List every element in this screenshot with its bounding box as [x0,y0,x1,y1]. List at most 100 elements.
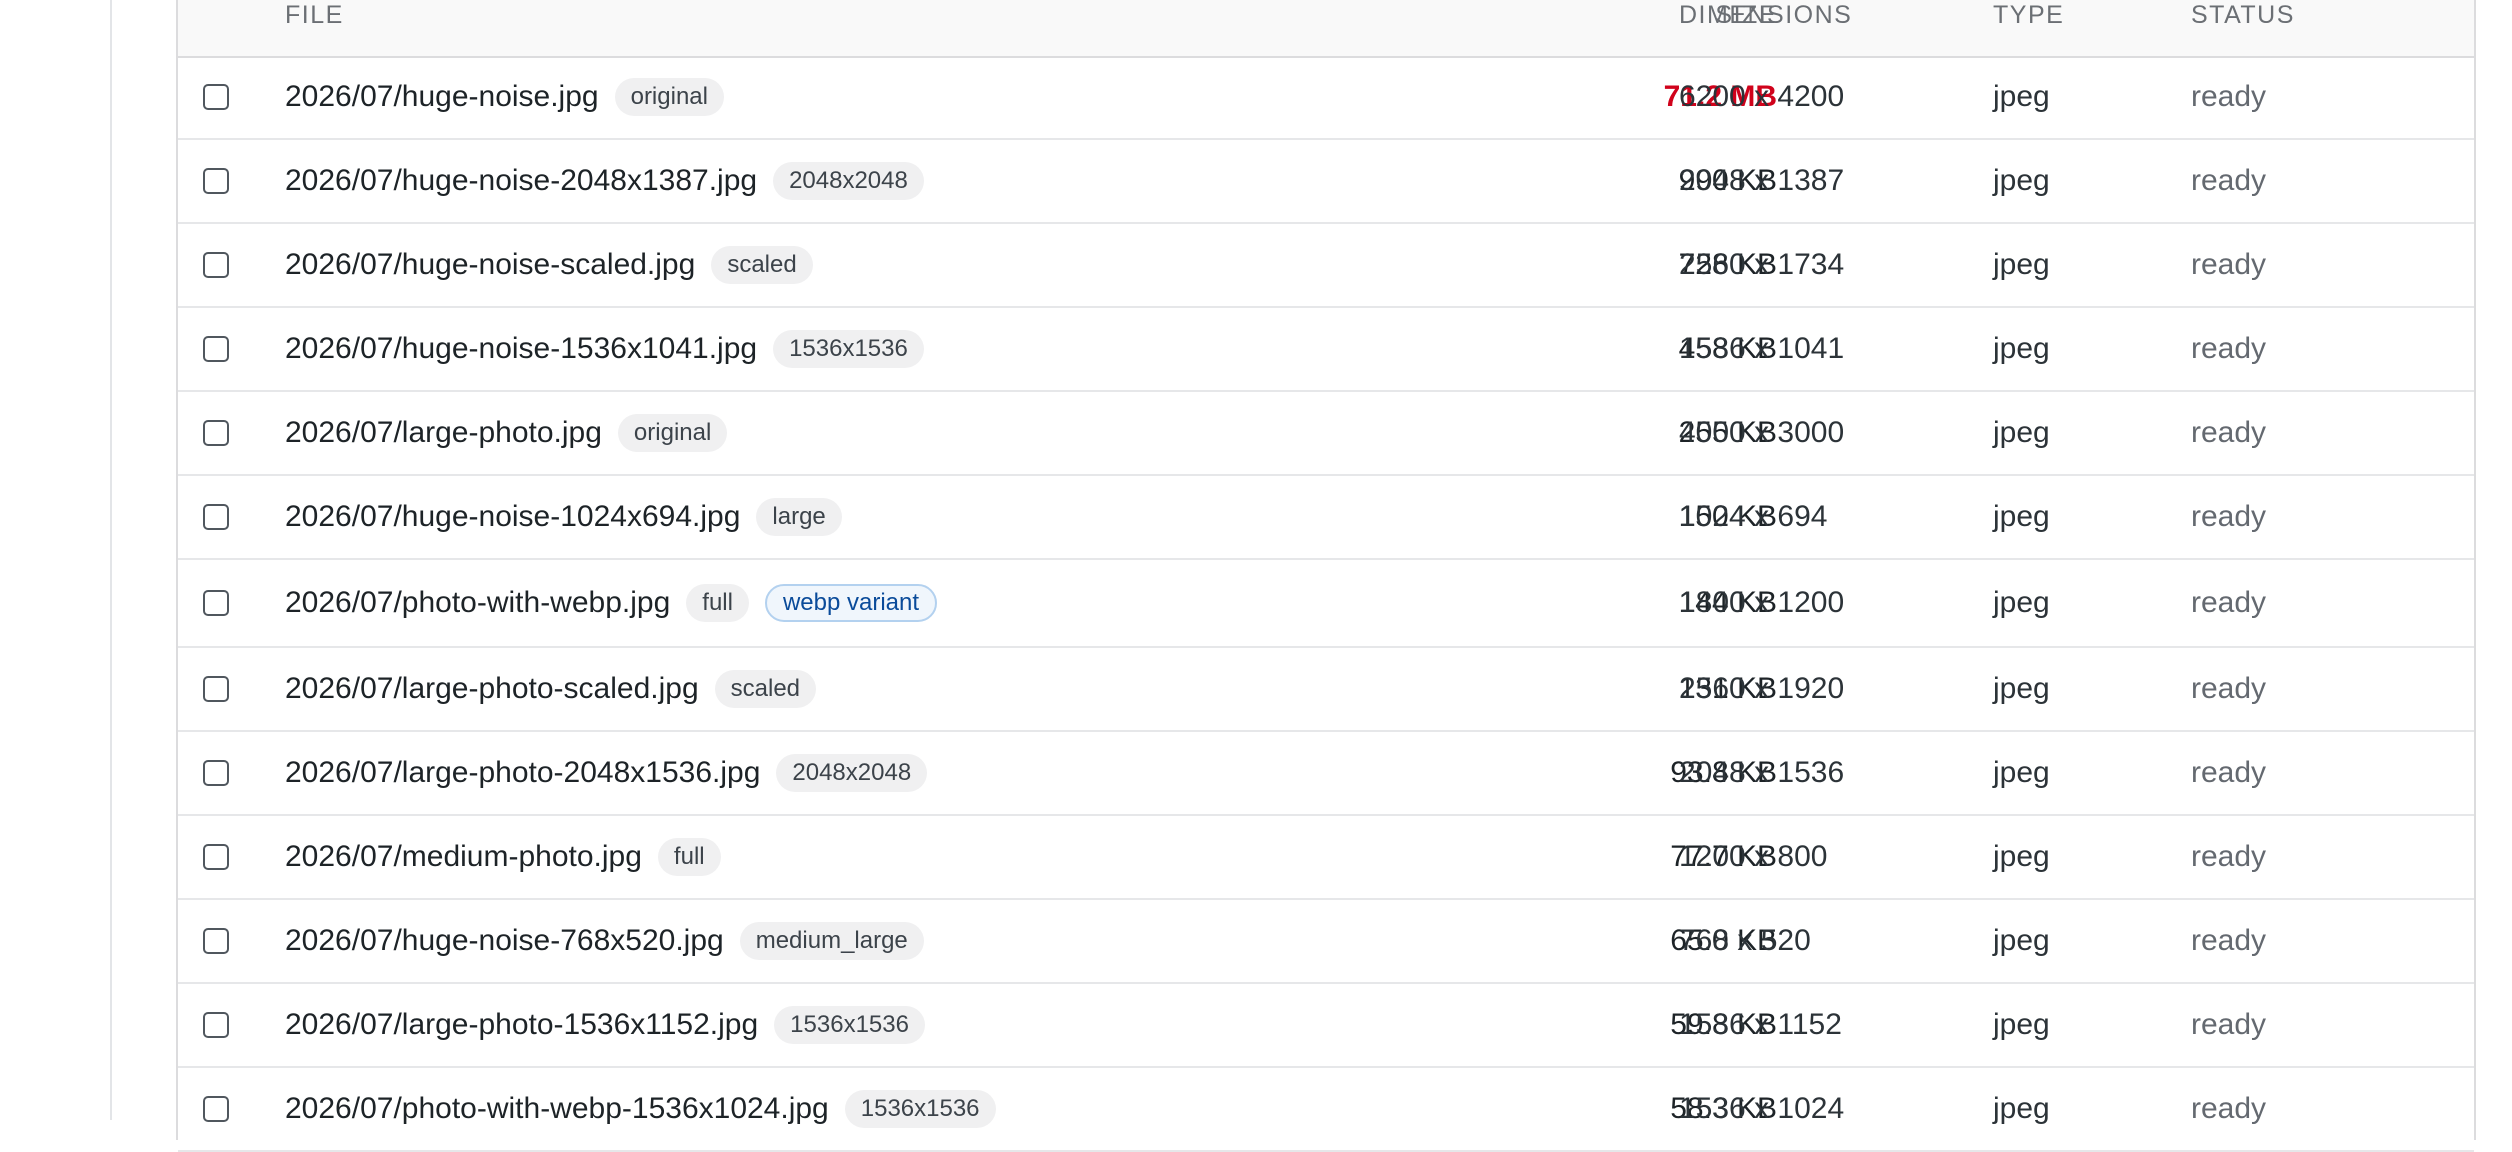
row-select-checkbox[interactable] [203,590,229,616]
row-select-checkbox[interactable] [203,928,229,954]
row-select-checkbox[interactable] [203,84,229,110]
media-files-table: FILE SIZE DIMENSIONS TYPE STATUS 2026/07… [176,0,2476,1152]
image-dimensions: 2560 x 1920 [1679,672,1845,705]
image-dimensions: 1536 x 1152 [1679,1008,1842,1041]
file-name: 2026/07/photo-with-webp-1536x1024.jpg [285,1092,829,1125]
file-type: jpeg [1993,1092,2050,1125]
column-header-status[interactable]: STATUS [2191,0,2295,30]
table-row[interactable]: 2026/07/huge-noise-2048x1387.jpg 2048x204… [178,140,2474,224]
file-name: 2026/07/huge-noise-scaled.jpg [285,248,696,281]
table-row[interactable]: 2026/07/photo-with-webp-1536x1024.jpg 153… [178,1068,2474,1152]
row-select-checkbox[interactable] [203,760,229,786]
status-text: ready [2191,924,2267,957]
status-text: ready [2191,416,2267,449]
left-gutter [0,0,112,1120]
file-type: jpeg [1993,586,2050,619]
file-cell: 2026/07/large-photo.jpg original [285,414,728,452]
column-header-type[interactable]: TYPE [1993,0,2064,30]
file-name: 2026/07/huge-noise-2048x1387.jpg [285,164,758,197]
file-cell: 2026/07/large-photo-2048x1536.jpg 2048x20… [285,754,928,792]
table-row[interactable]: 2026/07/medium-photo.jpg full 77.7 KB 1200 … [178,816,2474,900]
file-type: jpeg [1993,924,2050,957]
image-dimensions: 1800 x 1200 [1679,586,1845,619]
file-type: jpeg [1993,80,2050,113]
file-name: 2026/07/large-photo-1536x1152.jpg [285,1008,759,1041]
table-row[interactable]: 2026/07/large-photo-1536x1152.jpg 1536x15… [178,984,2474,1068]
row-select-checkbox[interactable] [203,336,229,362]
size-variant-badge: scaled [711,246,813,284]
row-select-checkbox[interactable] [203,1012,229,1038]
file-cell: 2026/07/huge-noise-scaled.jpg scaled [285,246,813,284]
image-dimensions: 2048 x 1536 [1679,756,1845,789]
status-text: ready [2191,672,2267,705]
status-text: ready [2191,500,2267,533]
size-variant-badge: 2048x2048 [773,162,924,200]
file-name: 2026/07/large-photo-2048x1536.jpg [285,756,761,789]
table-row[interactable]: 2026/07/huge-noise-1536x1041.jpg 1536x153… [178,308,2474,392]
size-variant-badge: 1536x1536 [774,1006,925,1044]
status-text: ready [2191,80,2267,113]
table-row[interactable]: 2026/07/photo-with-webp.jpg full webp vari… [178,560,2474,648]
row-select-checkbox[interactable] [203,168,229,194]
file-name: 2026/07/large-photo.jpg [285,416,602,449]
file-cell: 2026/07/large-photo-1536x1152.jpg 1536x15… [285,1006,925,1044]
file-type: jpeg [1993,840,2050,873]
image-dimensions: 2560 x 1734 [1679,248,1845,281]
file-cell: 2026/07/huge-noise.jpg original [285,78,724,116]
file-cell: 2026/07/huge-noise-2048x1387.jpg 2048x204… [285,162,924,200]
image-dimensions: 1536 x 1041 [1679,332,1845,365]
file-name: 2026/07/huge-noise-1024x694.jpg [285,500,741,533]
image-dimensions: 1024 x 694 [1679,500,1828,533]
file-type: jpeg [1993,672,2050,705]
column-header-dimensions[interactable]: DIMENSIONS [1679,0,1852,30]
file-cell: 2026/07/huge-noise-1536x1041.jpg 1536x153… [285,330,924,368]
size-variant-badge: 2048x2048 [776,754,928,792]
row-select-checkbox[interactable] [203,252,229,278]
image-dimensions: 1536 x 1024 [1679,1092,1845,1125]
size-variant-badge: scaled [714,670,817,708]
image-dimensions: 768 x 520 [1679,924,1811,957]
image-dimensions: 1200 x 800 [1679,840,1828,873]
file-cell: 2026/07/photo-with-webp-1536x1024.jpg 153… [285,1090,996,1128]
file-name: 2026/07/huge-noise-768x520.jpg [285,924,724,957]
image-dimensions: 2048 x 1387 [1679,164,1845,197]
size-variant-badge: original [614,78,724,116]
size-variant-badge: full [686,584,749,622]
table-header-row: FILE SIZE DIMENSIONS TYPE STATUS [178,0,2474,58]
table-row[interactable]: 2026/07/large-photo-scaled.jpg scaled 131 … [178,648,2474,732]
file-cell: 2026/07/medium-photo.jpg full [285,838,721,876]
table-row[interactable]: 2026/07/huge-noise-768x520.jpg medium_lar… [178,900,2474,984]
table-row[interactable]: 2026/07/huge-noise-scaled.jpg scaled 728 K… [178,224,2474,308]
row-select-checkbox[interactable] [203,1096,229,1122]
file-name: 2026/07/medium-photo.jpg [285,840,642,873]
file-cell: 2026/07/photo-with-webp.jpg full webp vari… [285,584,938,622]
file-type: jpeg [1993,248,2050,281]
file-type: jpeg [1993,1008,2050,1041]
file-type: jpeg [1993,332,2050,365]
status-text: ready [2191,1092,2267,1125]
image-dimensions: 4000 x 3000 [1679,416,1845,449]
row-select-checkbox[interactable] [203,504,229,530]
status-text: ready [2191,586,2267,619]
table-row[interactable]: 2026/07/large-photo.jpg original 255 KB 400… [178,392,2474,476]
row-select-checkbox[interactable] [203,676,229,702]
row-select-checkbox[interactable] [203,844,229,870]
file-cell: 2026/07/huge-noise-1024x694.jpg large [285,498,842,536]
size-variant-badge: full [657,838,721,876]
status-text: ready [2191,1008,2267,1041]
size-variant-badge: medium_large [739,922,924,960]
size-variant-badge: 1536x1536 [773,330,924,368]
column-header-file[interactable]: FILE [285,0,344,30]
status-text: ready [2191,164,2267,197]
file-name: 2026/07/huge-noise-1536x1041.jpg [285,332,758,365]
table-row[interactable]: 2026/07/huge-noise-1024x694.jpg large 150 … [178,476,2474,560]
file-name: 2026/07/photo-with-webp.jpg [285,586,671,619]
size-variant-badge: large [756,498,842,536]
table-row[interactable]: 2026/07/huge-noise.jpg original 71.2 MB 620… [178,56,2474,140]
file-cell: 2026/07/huge-noise-768x520.jpg medium_lar… [285,922,924,960]
table-row[interactable]: 2026/07/large-photo-2048x1536.jpg 2048x20… [178,732,2474,816]
size-variant-badge: original [617,414,728,452]
status-text: ready [2191,332,2267,365]
file-cell: 2026/07/large-photo-scaled.jpg scaled [285,670,817,708]
row-select-checkbox[interactable] [203,420,229,446]
